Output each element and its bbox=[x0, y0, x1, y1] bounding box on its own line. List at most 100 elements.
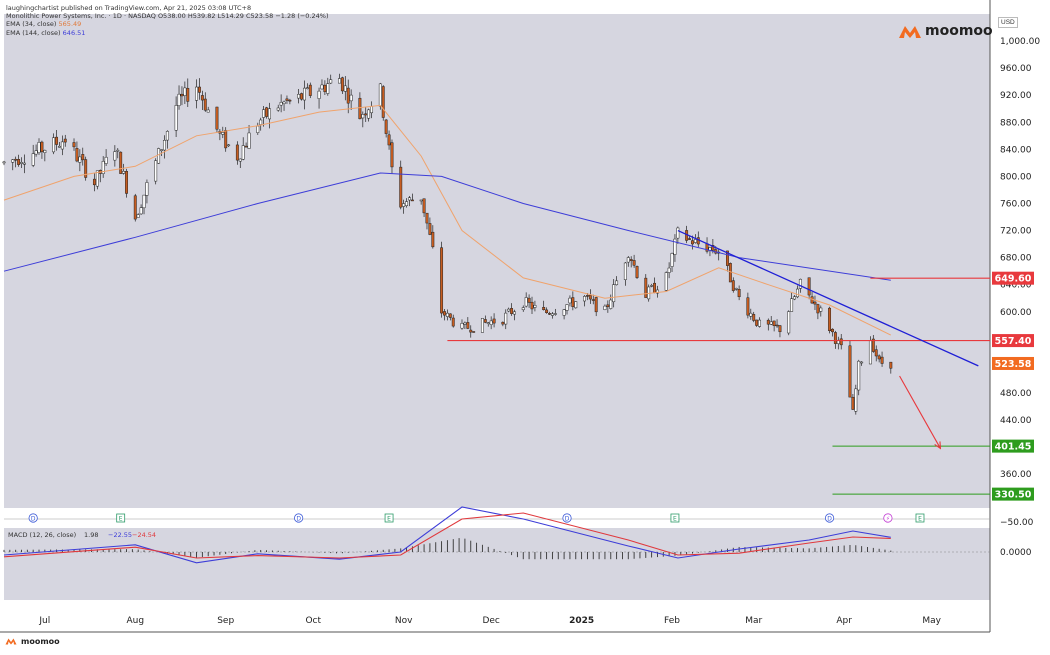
candle-up bbox=[22, 162, 26, 165]
candle-down bbox=[399, 166, 403, 208]
candle-up bbox=[533, 305, 537, 308]
candle-down bbox=[288, 99, 292, 102]
candle-up bbox=[247, 132, 251, 149]
candle-up bbox=[819, 307, 823, 312]
macd-title: MACD (12, 26, close) bbox=[8, 531, 76, 539]
candle-up bbox=[276, 107, 280, 111]
instrument-line: Monolithic Power Systems, Inc. · 1D · NA… bbox=[6, 12, 329, 21]
candle-up bbox=[367, 109, 371, 119]
candle-down bbox=[828, 307, 832, 331]
chart-frame: 360.00400.00440.00480.00520.00560.00600.… bbox=[0, 0, 1050, 650]
candle-down bbox=[848, 345, 852, 398]
candle-up bbox=[480, 318, 484, 333]
candle-up bbox=[419, 199, 423, 202]
candle-up bbox=[162, 140, 166, 151]
candle-up bbox=[609, 299, 613, 309]
candle-down bbox=[63, 138, 67, 143]
candle-down bbox=[285, 98, 289, 101]
candle-down bbox=[501, 321, 505, 325]
candle-down bbox=[92, 178, 96, 186]
candle-down bbox=[410, 199, 414, 202]
candle-down bbox=[831, 328, 834, 333]
ema144-label: EMA (144, close) bbox=[6, 28, 61, 37]
candle-up bbox=[787, 311, 791, 334]
candle-down bbox=[224, 130, 228, 149]
candle-down bbox=[635, 266, 639, 278]
candle-up bbox=[553, 313, 557, 315]
candle-up bbox=[378, 83, 382, 107]
x-tick-label: Dec bbox=[482, 616, 499, 626]
candle-up bbox=[160, 149, 163, 151]
candle-up bbox=[445, 312, 449, 317]
candle-up bbox=[343, 85, 347, 92]
candle-down bbox=[688, 238, 691, 240]
candle-up bbox=[670, 253, 674, 267]
y-tick-label: 760.00 bbox=[1000, 199, 1032, 209]
candle-down bbox=[340, 77, 344, 92]
level-badge-label: 330.50 bbox=[995, 490, 1032, 501]
candle-down bbox=[585, 295, 589, 297]
macd-y-tick-label: 0.0000 bbox=[1000, 548, 1032, 558]
y-tick-label: 360.00 bbox=[1000, 470, 1032, 480]
candle-up bbox=[52, 137, 56, 153]
candle-up bbox=[857, 360, 861, 391]
candle-up bbox=[177, 93, 181, 106]
candle-up bbox=[43, 150, 47, 153]
candle-up bbox=[868, 340, 872, 365]
candle-up bbox=[769, 321, 773, 325]
x-tick-label: Feb bbox=[664, 616, 680, 626]
candle-up bbox=[122, 171, 126, 174]
candle-up bbox=[317, 90, 321, 99]
x-tick-label: Apr bbox=[836, 616, 852, 626]
candle-up bbox=[60, 141, 64, 150]
candle-up bbox=[241, 145, 245, 160]
candle-up bbox=[305, 87, 309, 89]
event-marker-label: E bbox=[673, 516, 677, 523]
candle-up bbox=[279, 102, 283, 106]
candle-down bbox=[571, 297, 575, 307]
candle-up bbox=[664, 272, 668, 291]
chart-canvas[interactable]: 360.00400.00440.00480.00520.00560.00600.… bbox=[0, 0, 1050, 650]
x-tick-label: Mar bbox=[745, 616, 762, 626]
candle-down bbox=[451, 317, 455, 327]
candle-up bbox=[282, 101, 286, 105]
candle-down bbox=[186, 88, 190, 102]
y-tick-label: 800.00 bbox=[1000, 172, 1032, 182]
candle-up bbox=[11, 159, 15, 163]
candle-down bbox=[588, 295, 592, 300]
candle-up bbox=[758, 319, 761, 327]
candle-down bbox=[72, 142, 76, 148]
candle-up bbox=[320, 84, 324, 90]
candle-down bbox=[527, 297, 531, 303]
candle-up bbox=[408, 197, 411, 201]
candle-up bbox=[405, 201, 409, 206]
candle-up bbox=[157, 148, 161, 164]
candle-down bbox=[466, 322, 470, 329]
x-tick-label: Nov bbox=[395, 616, 413, 626]
candle-up bbox=[37, 142, 41, 153]
candle-up bbox=[650, 285, 654, 287]
candle-up bbox=[790, 298, 794, 312]
candle-down bbox=[203, 98, 207, 111]
x-tick-label: Sep bbox=[217, 616, 234, 626]
candle-down bbox=[235, 144, 239, 161]
candle-down bbox=[880, 356, 884, 364]
candle-down bbox=[778, 325, 782, 333]
candle-up bbox=[238, 158, 242, 162]
candle-up bbox=[57, 145, 61, 148]
candle-down bbox=[197, 86, 201, 93]
candle-down bbox=[390, 142, 394, 168]
candle-down bbox=[632, 260, 636, 266]
candle-down bbox=[75, 148, 79, 162]
candle-down bbox=[55, 136, 58, 145]
candle-down bbox=[755, 319, 759, 326]
candle-up bbox=[489, 320, 493, 325]
candle-down bbox=[300, 93, 304, 100]
price-pane-bg bbox=[4, 14, 990, 508]
candle-up bbox=[486, 322, 490, 324]
candle-up bbox=[113, 151, 117, 161]
x-tick-label: Jul bbox=[38, 616, 50, 626]
candle-up bbox=[195, 86, 198, 101]
candle-down bbox=[731, 280, 735, 291]
candle-up bbox=[565, 304, 569, 311]
